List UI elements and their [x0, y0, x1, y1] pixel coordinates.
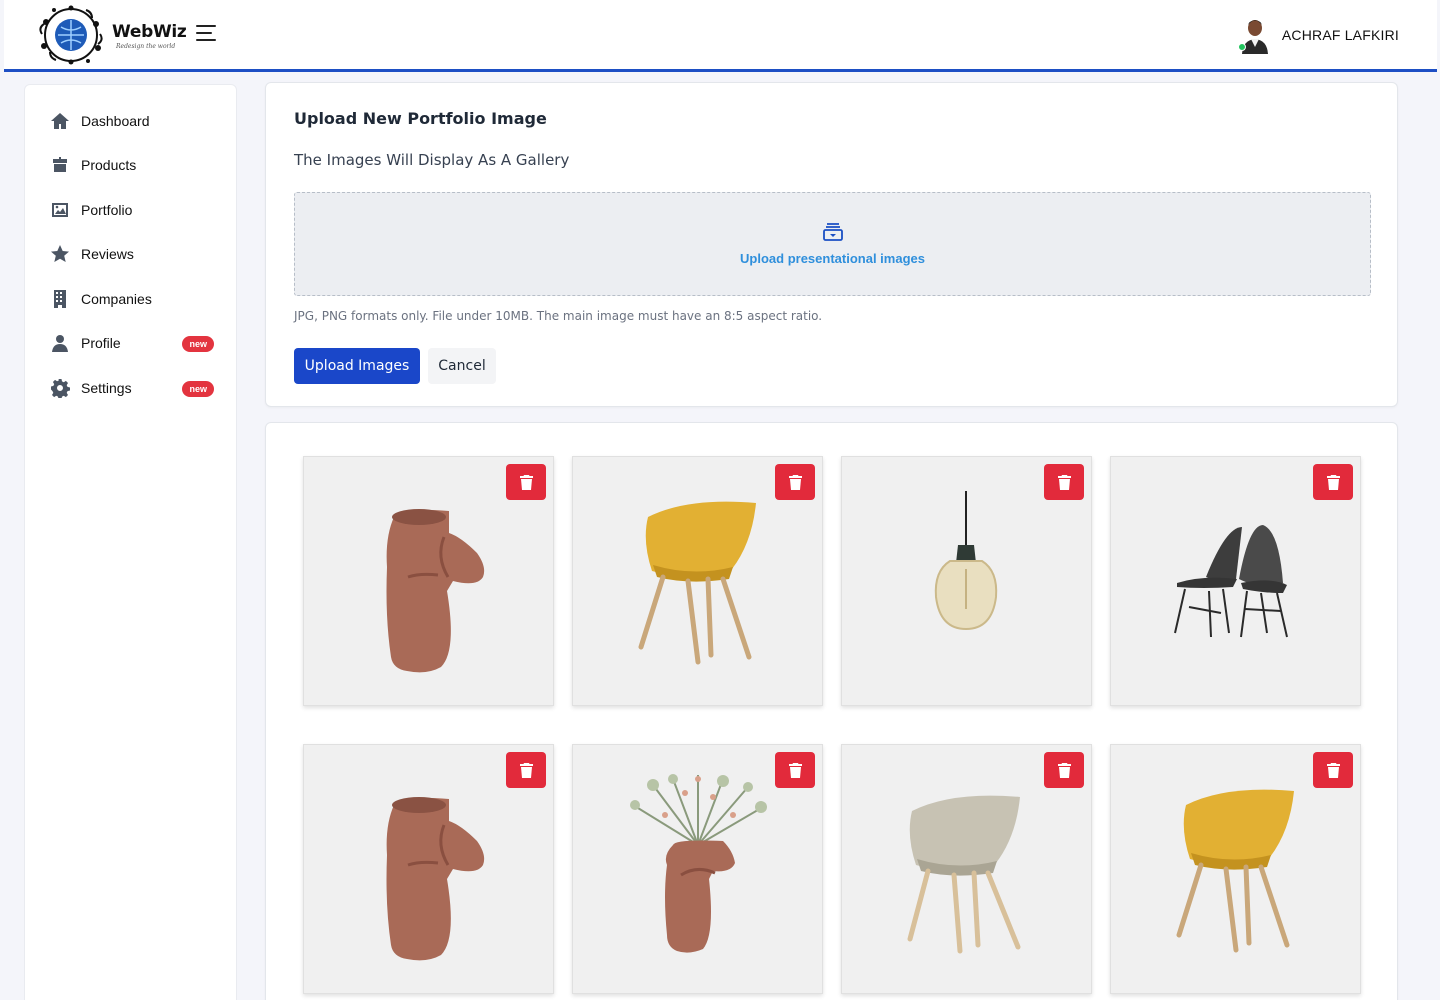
image-dropzone[interactable]: Upload presentational images — [294, 192, 1371, 296]
gallery-tile[interactable] — [303, 744, 554, 994]
gallery-card — [265, 422, 1398, 1000]
home-icon — [49, 110, 71, 132]
dropzone-label: Upload presentational images — [740, 251, 925, 266]
brand-name: WebWiz — [112, 22, 187, 42]
delete-image-button[interactable] — [1313, 752, 1353, 788]
delete-image-button[interactable] — [506, 752, 546, 788]
delete-image-button[interactable] — [1313, 464, 1353, 500]
new-badge: new — [182, 336, 214, 352]
trash-icon — [1326, 474, 1340, 490]
sidebar-item-label: Companies — [81, 291, 152, 307]
gallery-tile[interactable] — [841, 456, 1092, 706]
gallery-tile[interactable] — [572, 456, 823, 706]
sidebar-item-label: Reviews — [81, 246, 134, 262]
sidebar-item-label: Profile — [81, 335, 121, 351]
gear-icon — [49, 377, 71, 399]
delete-image-button[interactable] — [1044, 464, 1084, 500]
delete-image-button[interactable] — [775, 752, 815, 788]
gallery-tile[interactable] — [841, 744, 1092, 994]
menu-toggle-icon[interactable] — [196, 25, 216, 43]
upload-title: Upload New Portfolio Image — [294, 109, 547, 128]
sidebar-item-reviews[interactable]: Reviews — [49, 240, 214, 268]
user-icon — [49, 332, 71, 354]
sidebar-item-products[interactable]: Products — [49, 151, 214, 179]
trash-icon — [788, 762, 802, 778]
gallery-tile[interactable] — [572, 744, 823, 994]
sidebar-item-profile[interactable]: Profile new — [49, 329, 214, 357]
trash-icon — [519, 474, 533, 490]
upload-subtitle: The Images Will Display As A Gallery — [294, 151, 570, 169]
box-icon — [49, 154, 71, 176]
user-name: ACHRAF LAFKIRI — [1281, 27, 1399, 43]
sidebar-item-label: Dashboard — [81, 113, 150, 129]
logo-icon — [39, 5, 103, 65]
sidebar-item-portfolio[interactable]: Portfolio — [49, 196, 214, 224]
online-status-icon — [1237, 43, 1246, 51]
upload-card: Upload New Portfolio Image The Images Wi… — [265, 82, 1398, 407]
user-menu[interactable]: ACHRAF LAFKIRI — [1237, 16, 1399, 54]
trash-icon — [1057, 474, 1071, 490]
sidebar: Dashboard Products Portfolio Reviews Com… — [24, 84, 237, 1000]
sidebar-item-dashboard[interactable]: Dashboard — [49, 107, 214, 135]
top-header: WebWiz Redesign the world ACHRAF LAFKIRI — [4, 0, 1437, 72]
upload-help-text: JPG, PNG formats only. File under 10MB. … — [294, 309, 823, 323]
upload-icon — [822, 222, 844, 247]
building-icon — [49, 288, 71, 310]
avatar — [1237, 16, 1272, 54]
sidebar-item-label: Portfolio — [81, 202, 133, 218]
sidebar-item-companies[interactable]: Companies — [49, 285, 214, 313]
trash-icon — [788, 474, 802, 490]
image-icon — [49, 199, 71, 221]
star-icon — [49, 243, 71, 265]
sidebar-item-label: Settings — [81, 380, 132, 396]
delete-image-button[interactable] — [775, 464, 815, 500]
new-badge: new — [182, 381, 214, 397]
sidebar-item-label: Products — [81, 157, 137, 173]
cancel-button[interactable]: Cancel — [428, 348, 496, 384]
delete-image-button[interactable] — [506, 464, 546, 500]
gallery-tile[interactable] — [303, 456, 554, 706]
trash-icon — [519, 762, 533, 778]
trash-icon — [1326, 762, 1340, 778]
gallery-tile[interactable] — [1110, 456, 1361, 706]
trash-icon — [1057, 762, 1071, 778]
sidebar-item-settings[interactable]: Settings new — [49, 374, 214, 402]
brand-tagline: Redesign the world — [116, 43, 176, 50]
delete-image-button[interactable] — [1044, 752, 1084, 788]
gallery-tile[interactable] — [1110, 744, 1361, 994]
upload-images-button[interactable]: Upload Images — [294, 348, 420, 384]
